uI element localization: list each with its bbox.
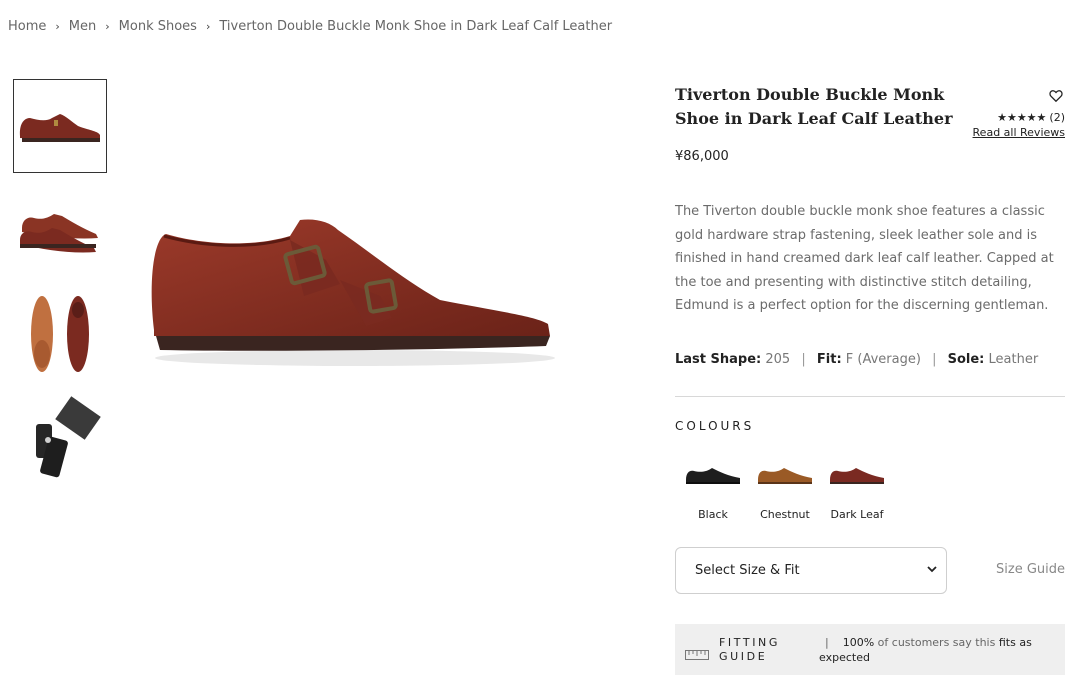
colour-option-dark-leaf[interactable]: Dark Leaf (821, 455, 893, 521)
spec-fit-value: F (Average) (845, 352, 921, 367)
size-fit-select-label: Select Size & Fit (695, 563, 800, 578)
size-guide-link[interactable]: Size Guide (996, 562, 1065, 577)
colour-option-chestnut[interactable]: Chestnut (749, 455, 821, 521)
colour-swatches: Black Chestnut Dark Leaf (677, 455, 893, 521)
thumbnail-packaging-view[interactable] (13, 391, 107, 485)
product-specs: Last Shape: 205 | Fit: F (Average) | Sol… (675, 352, 1038, 367)
breadcrumb-separator: › (55, 20, 60, 33)
thumbnail-gallery (13, 79, 107, 495)
review-count: (2) (1049, 111, 1065, 124)
thumbnail-sole-view[interactable] (13, 287, 107, 381)
colour-label: Black (698, 508, 728, 521)
breadcrumb-separator: › (205, 20, 211, 33)
rating-summary: ★★★★★ (2) (997, 111, 1065, 124)
shoe-pair-image (20, 214, 98, 253)
divider (675, 396, 1065, 397)
thumbnail-pair-view[interactable] (13, 183, 107, 277)
spec-last-label: Last Shape: (675, 352, 762, 367)
breadcrumb-home[interactable]: Home (8, 19, 46, 34)
chevron-down-icon (926, 563, 938, 579)
spec-last-value: 205 (765, 352, 791, 367)
breadcrumb-monk-shoes[interactable]: Monk Shoes (119, 19, 197, 34)
product-price: ¥86,000 (675, 149, 729, 164)
product-title: Tiverton Double Buckle Monk Shoe in Dark… (675, 85, 953, 128)
colours-heading: COLOURS (675, 419, 755, 433)
colour-label: Chestnut (760, 508, 810, 521)
shoe-black-image (686, 468, 740, 484)
read-all-reviews-link[interactable]: Read all Reviews (973, 126, 1065, 139)
product-description: The Tiverton double buckle monk shoe fea… (675, 204, 1054, 313)
spec-sole-value: Leather (988, 352, 1039, 367)
shoe-bag-image (36, 396, 101, 478)
spec-separator: | (932, 352, 937, 367)
colour-label: Dark Leaf (830, 508, 884, 521)
breadcrumb-current: Tiverton Double Buckle Monk Shoe in Dark… (219, 19, 613, 34)
heart-icon[interactable] (1049, 88, 1065, 104)
breadcrumb-men[interactable]: Men (69, 19, 96, 34)
fitting-guide-label: FITTING GUIDE (719, 635, 781, 663)
shoe-main-image (151, 219, 555, 366)
shoe-side-image (19, 114, 100, 142)
breadcrumb-separator: › (105, 20, 110, 33)
spec-separator: | (801, 352, 806, 367)
product-main-image[interactable] (140, 200, 570, 390)
shoe-dark-leaf-image (830, 468, 884, 484)
shoe-sole-image (31, 296, 89, 372)
ruler-icon (685, 645, 709, 660)
size-fit-select[interactable]: Select Size & Fit (675, 547, 947, 594)
shoe-chestnut-image (758, 468, 812, 484)
spec-sole-label: Sole: (947, 352, 985, 367)
thumbnail-side-view[interactable] (13, 79, 107, 173)
fitting-guide-text: | 100% of customers say this fits as expec… (819, 635, 1032, 664)
spec-fit-label: Fit: (816, 352, 842, 367)
star-rating-icon: ★★★★★ (997, 111, 1047, 124)
breadcrumb: Home › Men › Monk Shoes › Tiverton Doubl… (8, 19, 612, 34)
colour-option-black[interactable]: Black (677, 455, 749, 521)
fitting-guide-banner[interactable]: FITTING GUIDE | 100% of customers say thi… (675, 624, 1065, 675)
